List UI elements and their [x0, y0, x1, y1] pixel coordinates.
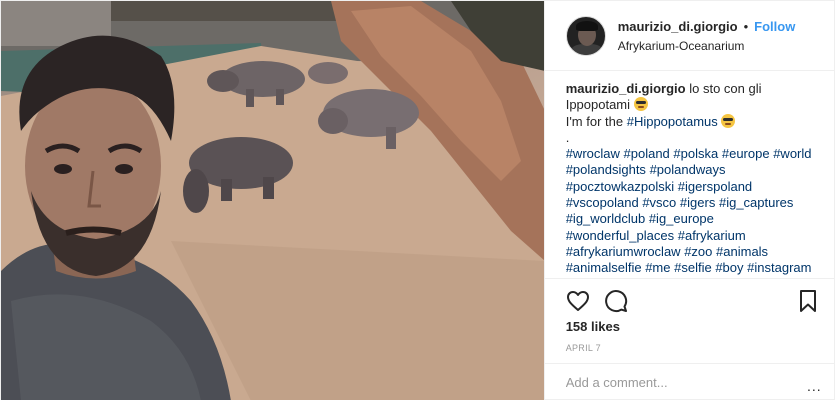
- hashtag-link[interactable]: #animalselfie: [566, 260, 642, 275]
- comment-input[interactable]: [565, 375, 796, 390]
- post-photo[interactable]: [1, 1, 544, 400]
- hashtag-link[interactable]: #ig_europe: [649, 211, 714, 226]
- post-side-panel: maurizio_di.giorgio • Follow Afrykarium-…: [543, 1, 835, 400]
- more-options-button[interactable]: ...: [807, 378, 822, 394]
- instagram-post: maurizio_di.giorgio • Follow Afrykarium-…: [0, 0, 835, 400]
- hashtag-link[interactable]: #world: [773, 146, 811, 161]
- post-caption: maurizio_di.giorgio lo sto con gli Ippop…: [566, 81, 824, 277]
- bookmark-icon[interactable]: [796, 289, 820, 313]
- hashtag-list: #wroclaw #poland #polska #europe #world …: [566, 146, 824, 276]
- heart-icon[interactable]: [566, 289, 590, 313]
- selfie-with-hippos-image: [1, 1, 544, 400]
- post-header: maurizio_di.giorgio • Follow Afrykarium-…: [544, 1, 835, 71]
- hashtag-link[interactable]: #pocztowkazpolski: [566, 179, 674, 194]
- hashtag-link[interactable]: #ig_captures: [719, 195, 793, 210]
- grinning-face-emoji-icon: [721, 113, 736, 128]
- hashtag-link[interactable]: #polska: [673, 146, 718, 161]
- hashtag-link[interactable]: #me: [645, 260, 670, 275]
- post-date[interactable]: APRIL 7: [566, 343, 601, 353]
- caption-line2-text: I'm for the: [565, 113, 624, 129]
- hashtag-link[interactable]: #polandsights: [566, 162, 646, 177]
- header-separator: •: [743, 18, 749, 34]
- hashtag-link[interactable]: #selfie: [674, 260, 712, 275]
- header-text: maurizio_di.giorgio • Follow Afrykarium-…: [618, 20, 796, 52]
- caption-spacer: .: [565, 129, 570, 145]
- hashtag-link[interactable]: #polandways: [650, 162, 726, 177]
- post-actions-bar: [544, 278, 835, 320]
- hashtag-link[interactable]: #wonderful_places: [566, 228, 674, 243]
- hashtag-link[interactable]: #boy: [715, 260, 743, 275]
- comment-icon[interactable]: [604, 289, 628, 313]
- hashtag-link[interactable]: #wroclaw: [566, 146, 620, 161]
- hashtag-link[interactable]: #poland: [624, 146, 670, 161]
- hashtag-link[interactable]: #animals: [716, 244, 768, 259]
- hashtag-link[interactable]: #vscopoland: [566, 195, 639, 210]
- user-avatar[interactable]: [565, 15, 606, 56]
- hashtag-link[interactable]: #zoo: [684, 244, 712, 259]
- caption-username-link[interactable]: maurizio_di.giorgio: [566, 81, 686, 96]
- follow-button[interactable]: Follow: [754, 20, 795, 33]
- hashtag-link[interactable]: #Hippopotamus: [627, 114, 718, 129]
- grinning-face-emoji-icon: [633, 97, 648, 112]
- hashtag-link[interactable]: #afrykarium: [678, 228, 746, 243]
- header-username-link[interactable]: maurizio_di.giorgio: [618, 20, 738, 33]
- hashtag-link[interactable]: #instagram: [747, 260, 811, 275]
- hashtag-link[interactable]: #afrykariumwroclaw: [566, 244, 681, 259]
- hashtag-link[interactable]: #igers: [680, 195, 715, 210]
- location-link[interactable]: Afrykarium-Oceanarium: [618, 40, 796, 52]
- hashtag-link[interactable]: #igerspoland: [678, 179, 752, 194]
- hashtag-link[interactable]: #ig_worldclub: [566, 211, 646, 226]
- hashtag-link[interactable]: #europe: [722, 146, 770, 161]
- likes-count[interactable]: 158 likes: [566, 319, 620, 334]
- hashtag-link[interactable]: #vsco: [642, 195, 676, 210]
- comment-form: ...: [544, 363, 835, 400]
